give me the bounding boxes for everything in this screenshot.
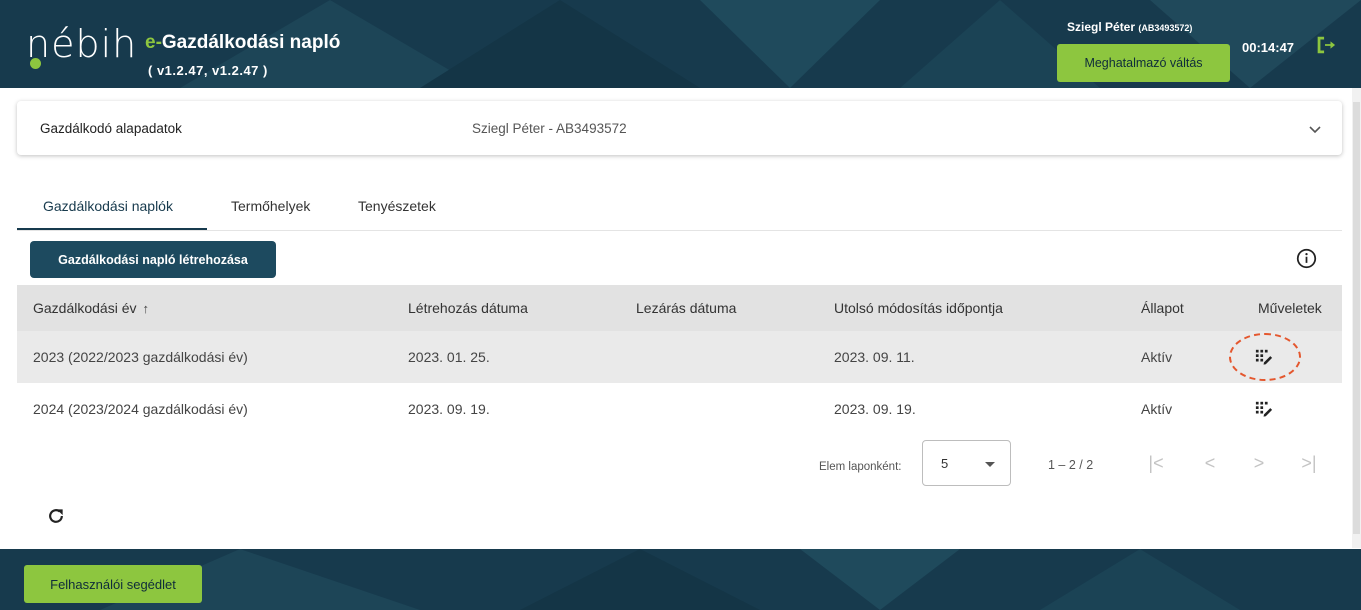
- farmer-data-label: Gazdálkodó alapadatok: [40, 121, 182, 136]
- refresh-icon[interactable]: [46, 506, 66, 526]
- user-name: Sziegl Péter (AB3493572): [1067, 20, 1192, 34]
- user-id: (AB3493572): [1138, 23, 1193, 33]
- dropdown-caret-icon: [985, 462, 995, 467]
- logout-icon[interactable]: [1314, 34, 1336, 56]
- last-page-button[interactable]: >|: [1299, 453, 1319, 474]
- footer-background-pattern: [100, 549, 1240, 610]
- column-header-status: Állapot: [1141, 300, 1184, 316]
- page-size-value: 5: [941, 456, 949, 471]
- nebih-logo: nébih: [26, 22, 138, 69]
- cell-year: 2024 (2023/2024 gazdálkodási év): [33, 401, 248, 417]
- logo-text: nébih: [26, 22, 138, 66]
- app-title-text: Gazdálkodási napló: [161, 32, 341, 53]
- cell-created: 2023. 09. 19.: [408, 401, 490, 417]
- cell-status: Aktív: [1141, 349, 1173, 365]
- logo-dot: [30, 58, 41, 69]
- tab-holdings[interactable]: Tenyészetek: [358, 198, 436, 214]
- cell-year: 2023 (2022/2023 gazdálkodási év): [33, 349, 248, 365]
- scrollbar-thumb[interactable]: [1353, 102, 1360, 534]
- user-name-text: Sziegl Péter: [1067, 20, 1136, 34]
- cell-actions: [1255, 383, 1273, 435]
- farmer-data-value: Sziegl Péter - AB3493572: [472, 121, 627, 136]
- page-size-select[interactable]: 5: [922, 440, 1011, 486]
- tabs-divider: [17, 230, 1342, 231]
- cell-modified: 2023. 09. 11.: [834, 349, 915, 365]
- column-header-modified: Utolsó módosítás időpontja: [834, 300, 1003, 316]
- session-timer: 00:14:47: [1242, 40, 1295, 55]
- cell-status: Aktív: [1141, 401, 1173, 417]
- app-header: nébih e-Gazdálkodási napló ( v1.2.47, v1…: [0, 0, 1361, 88]
- column-header-created: Létrehozás dátuma: [408, 300, 528, 316]
- items-per-page-label: Elem laponként:: [819, 461, 902, 473]
- farmer-basic-data-panel[interactable]: Gazdálkodó alapadatok Sziegl Péter - AB3…: [17, 101, 1342, 155]
- user-guide-button[interactable]: Felhasználói segédlet: [24, 565, 202, 603]
- tab-journals[interactable]: Gazdálkodási naplók: [43, 198, 173, 214]
- table-row[interactable]: 2023 (2022/2023 gazdálkodási év) 2023. 0…: [17, 331, 1342, 383]
- table-header-row: Gazdálkodási év ↑ Létrehozás dátuma Lezár…: [17, 285, 1342, 331]
- sort-arrow-icon[interactable]: ↑: [143, 301, 150, 316]
- journals-table: Gazdálkodási év ↑ Létrehozás dátuma Lezár…: [17, 285, 1342, 435]
- next-page-button[interactable]: >: [1249, 453, 1269, 474]
- column-header-year[interactable]: Gazdálkodási év ↑: [33, 285, 149, 331]
- create-journal-button[interactable]: Gazdálkodási napló létrehozása: [30, 241, 276, 278]
- column-header-year-label: Gazdálkodási év: [33, 300, 137, 316]
- chevron-down-icon[interactable]: [1309, 125, 1321, 135]
- cell-created: 2023. 01. 25.: [408, 349, 490, 365]
- info-icon[interactable]: [1296, 248, 1317, 269]
- highlight-annotation-ring: [1229, 333, 1301, 381]
- table-row[interactable]: 2024 (2023/2024 gazdálkodási év) 2023. 0…: [17, 383, 1342, 435]
- app-title: e-Gazdálkodási napló: [145, 32, 340, 54]
- tab-sites[interactable]: Termőhelyek: [231, 198, 310, 214]
- first-page-button[interactable]: |<: [1146, 453, 1166, 474]
- switch-principal-button[interactable]: Meghatalmazó váltás: [1057, 44, 1230, 82]
- column-header-actions: Műveletek: [1258, 300, 1322, 316]
- cell-modified: 2023. 09. 19.: [834, 401, 916, 417]
- app-title-prefix: e-: [145, 32, 162, 53]
- edit-journal-icon[interactable]: [1255, 400, 1273, 418]
- page-range-label: 1 – 2 / 2: [1048, 458, 1094, 472]
- app-footer: Felhasználói segédlet: [0, 549, 1361, 610]
- app-version: ( v1.2.47, v1.2.47 ): [148, 63, 268, 78]
- column-header-closed: Lezárás dátuma: [636, 300, 737, 316]
- vertical-scrollbar[interactable]: [1352, 88, 1361, 548]
- tab-bar: Gazdálkodási naplók Termőhelyek Tenyésze…: [17, 188, 617, 230]
- previous-page-button[interactable]: <: [1200, 453, 1220, 474]
